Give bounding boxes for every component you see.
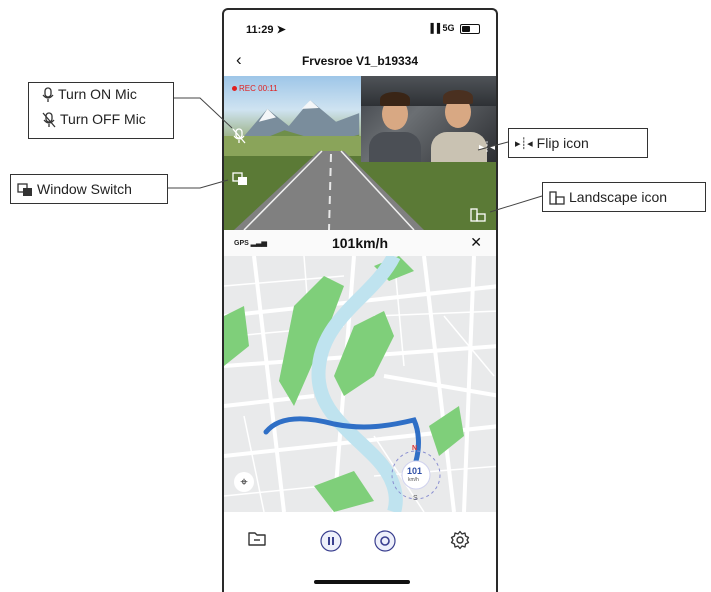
landscape-label-icon (549, 191, 565, 205)
window-switch-label: Window Switch (37, 181, 132, 197)
mic-muted-icon (42, 112, 56, 128)
mic-on-icon (42, 87, 54, 103)
mic-on-label: Turn ON Mic (42, 86, 137, 103)
flip-callout: ▸┊◂ Flip icon (508, 128, 648, 158)
window-switch-label-icon (17, 183, 32, 197)
mic-off-label: Turn OFF Mic (42, 111, 146, 128)
mic-callout: Turn ON Mic Turn OFF Mic (28, 82, 174, 139)
flip-label-icon: ▸┊◂ (515, 138, 533, 151)
window-switch-callout: Window Switch (10, 174, 168, 204)
landscape-callout: Landscape icon (542, 182, 706, 212)
flip-label: Flip icon (536, 135, 589, 151)
landscape-label: Landscape icon (569, 189, 668, 205)
